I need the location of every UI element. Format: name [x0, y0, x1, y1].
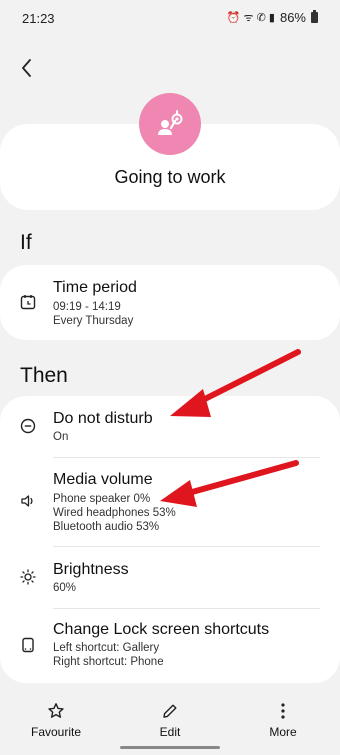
- back-button[interactable]: [14, 55, 40, 81]
- action-row-brightness[interactable]: Brightness 60%: [0, 547, 340, 609]
- then-heading: Then: [20, 364, 68, 387]
- action-detail: Bluetooth audio 53%: [53, 521, 160, 533]
- condition-row-time-period[interactable]: Time period 09:19 - 14:19 Every Thursday: [0, 265, 340, 340]
- favourite-button[interactable]: Favourite: [11, 695, 101, 739]
- if-heading: If: [20, 231, 32, 254]
- status-bar: 21:23 ⏰ ᯤ ✆ ▮ 86%: [0, 0, 340, 36]
- status-time: 21:23: [22, 11, 55, 26]
- phone-outline-icon: [19, 636, 37, 654]
- status-right: ⏰ ᯤ ✆ ▮ 86%: [227, 10, 318, 25]
- edit-button[interactable]: Edit: [125, 695, 215, 739]
- action-detail: Left shortcut: Gallery: [53, 642, 160, 654]
- action-title: Media volume: [53, 471, 153, 488]
- action-row-do-not-disturb[interactable]: Do not disturb On: [0, 396, 340, 458]
- then-card: Do not disturb On Media volume Phone spe…: [0, 396, 340, 683]
- if-card: Time period 09:19 - 14:19 Every Thursday: [0, 265, 340, 340]
- minus-circle-icon: [19, 417, 37, 435]
- more-button[interactable]: More: [238, 695, 328, 739]
- star-icon: [48, 703, 64, 718]
- action-detail: On: [53, 431, 69, 443]
- favourite-label: Favourite: [30, 725, 82, 739]
- pencil-icon: [163, 704, 177, 718]
- action-row-media-volume[interactable]: Media volume Phone speaker 0% Wired head…: [0, 458, 340, 546]
- condition-repeat: Every Thursday: [53, 315, 134, 327]
- action-title: Change Lock screen shortcuts: [53, 621, 270, 638]
- condition-title: Time period: [53, 279, 137, 296]
- action-title: Brightness: [53, 561, 129, 578]
- routine-title[interactable]: Going to work: [0, 167, 340, 188]
- calendar-clock-icon: [19, 293, 37, 311]
- speaker-icon: [19, 492, 37, 510]
- action-detail: Phone speaker 0%: [53, 493, 151, 505]
- action-title: Do not disturb: [53, 410, 153, 427]
- chevron-left-icon: [22, 59, 31, 77]
- person-icon: [158, 110, 183, 135]
- condition-time-range: 09:19 - 14:19: [53, 301, 121, 313]
- edit-label: Edit: [159, 725, 181, 739]
- home-indicator: [120, 746, 220, 749]
- more-label: More: [269, 725, 297, 739]
- more-vertical-icon: [281, 703, 285, 719]
- action-detail: Right shortcut: Phone: [53, 656, 164, 668]
- routine-icon[interactable]: [139, 93, 201, 155]
- battery-percent: 86%: [279, 10, 306, 25]
- action-detail: Wired headphones 53%: [53, 507, 176, 519]
- sun-icon: [19, 568, 37, 586]
- action-detail: 60%: [53, 582, 77, 594]
- status-icons: ⏰ ᯤ ✆ ▮: [226, 12, 275, 24]
- action-row-lock-screen-shortcuts[interactable]: Change Lock screen shortcuts Left shortc…: [0, 609, 340, 683]
- battery-icon: [311, 10, 318, 23]
